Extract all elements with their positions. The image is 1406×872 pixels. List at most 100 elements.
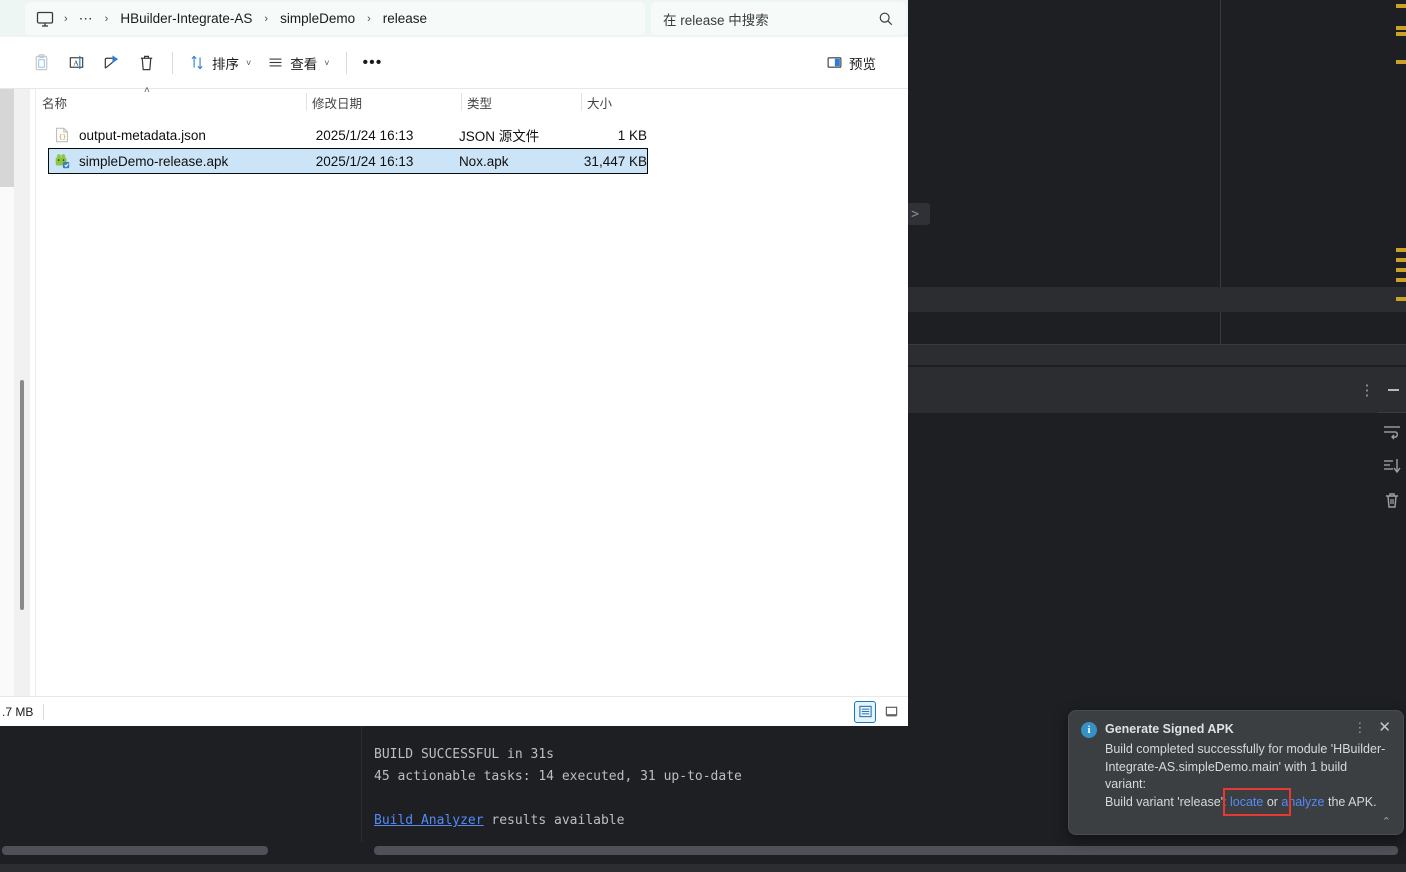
info-icon: i [1081,722,1097,738]
large-icons-view-icon [885,706,897,717]
delete-button[interactable] [129,46,164,80]
notification-body-line2-post: the APK. [1324,794,1377,809]
notification-balloon[interactable]: i Generate Signed APK ⋮ ✕ Build complete… [1068,710,1404,835]
file-type: JSON 源文件 [458,129,540,144]
minimap-marker-icon[interactable] [1396,4,1406,8]
breadcrumb-item-release[interactable]: release [376,7,434,30]
minimap-marker-icon[interactable] [1396,268,1406,272]
table-row[interactable]: simpleDemo-release.apk 2025/1/24 16:13 N… [48,148,648,174]
notification-options-kebab-icon[interactable]: ⋮ [1349,721,1370,735]
view-button[interactable]: 查看 ˅ [259,46,337,80]
search-input[interactable]: 在 release 中搜索 [651,2,906,35]
minimap-marker-icon[interactable] [1396,32,1406,36]
file-name: output-metadata.json [79,127,206,143]
column-header-row: 名称 修改日期 类型 大小 [36,89,908,115]
editor-highlight-band [900,287,1406,312]
breadcrumb[interactable]: › ⋯ › HBuilder-Integrate-AS › simpleDemo… [25,2,645,35]
notification-body-line1: Build completed successfully for module … [1105,742,1386,791]
sort-button[interactable]: 排序 ˅ [181,46,259,80]
column-header-size[interactable]: 大小 [581,89,676,115]
breadcrumb-separator: › [367,12,371,25]
details-view-icon [858,705,872,718]
details-view-button[interactable] [854,700,876,723]
soft-wrap-icon[interactable] [1382,422,1402,442]
minimap-marker-icon[interactable] [1396,60,1406,64]
file-date-modified: 2025/1/24 16:13 [315,153,414,169]
breadcrumb-separator: › [264,12,269,25]
console-output: BUILD SUCCESSFUL in 31s 45 actionable ta… [374,744,742,832]
table-row[interactable]: {} output-metadata.json 2025/1/24 16:13 … [48,122,648,148]
explorer-toolbar: A 排序 ˅ 查看 ˅ ••• 预览 [0,37,908,89]
large-icons-view-button[interactable] [880,701,902,723]
notification-body-line2-pre: Build variant 'release': [1105,794,1230,809]
scrollbar-thumb[interactable] [2,846,268,855]
paste-button[interactable] [24,46,59,80]
breadcrumb-item-hbuilder-integrate-as[interactable]: HBuilder-Integrate-AS [113,7,259,30]
chevron-down-icon: ˅ [324,57,330,68]
editor-lower-band [900,345,1406,365]
file-size: 31,447 KB [583,153,647,169]
pane-divider[interactable] [35,89,36,725]
tool-window-header: ⋮ [900,366,1406,414]
search-icon[interactable] [878,11,894,27]
console-line-build-successful: BUILD SUCCESSFUL in 31s [374,747,555,762]
file-size: 1 KB [617,127,647,143]
monitor-icon[interactable] [35,9,55,29]
breadcrumb-separator: › [64,12,68,25]
column-header-name[interactable]: 名称 [36,89,306,115]
notification-body-or: or [1263,794,1282,809]
view-list-icon [269,58,282,67]
file-name: simpleDemo-release.apk [79,153,229,169]
delete-icon [140,55,153,71]
file-date-modified: 2025/1/24 16:13 [315,127,414,143]
toolbar-divider [345,51,347,74]
notification-body: Build completed successfully for module … [1105,741,1391,811]
file-type: Nox.apk [458,153,509,169]
minimap-marker-icon[interactable] [1396,258,1406,262]
breadcrumb-item-simpledemo[interactable]: simpleDemo [273,7,362,30]
column-header-type[interactable]: 类型 [461,89,581,115]
chevron-down-icon: ˅ [246,57,252,68]
minimap-marker-icon[interactable] [1396,248,1406,252]
locate-link[interactable]: locate [1230,795,1263,809]
explorer-status-bar: .7 MB [0,696,908,726]
search-placeholder: 在 release 中搜索 [663,12,769,28]
analyze-link[interactable]: analyze [1281,795,1324,809]
notification-collapse-icon[interactable]: ⌃ [1382,815,1391,828]
scrollbar-thumb[interactable] [374,846,1398,855]
share-icon [104,55,119,69]
scroll-to-end-icon[interactable] [1382,456,1402,476]
minimap-marker-icon[interactable] [1396,297,1406,301]
preview-button-label: 预览 [849,56,876,72]
sort-button-label: 排序 [212,56,239,72]
share-button[interactable] [94,46,129,80]
preview-pane-button[interactable]: 预览 [818,46,884,80]
status-size-text: .7 MB [2,704,34,719]
notification-header: i Generate Signed APK ⋮ ✕ [1081,720,1391,738]
build-analyzer-link[interactable]: Build Analyzer [374,813,484,828]
more-options-button[interactable]: ••• [355,46,391,80]
file-explorer-window[interactable]: › ⋯ › HBuilder-Integrate-AS › simpleDemo… [0,0,908,726]
breadcrumb-separator: › [104,12,109,25]
column-header-date-label: 修改日期 [312,96,363,111]
status-divider [43,703,45,720]
console-output-hscrollbar[interactable] [372,842,1406,860]
console-tree-hscrollbar[interactable] [0,842,362,860]
tool-window-minimize-icon[interactable] [1382,379,1404,401]
minimap-marker-icon[interactable] [1396,278,1406,282]
view-toggle-group [854,700,902,723]
file-list[interactable]: {} output-metadata.json 2025/1/24 16:13 … [48,122,648,174]
navigation-pane-selected-item[interactable] [0,89,14,187]
scrollbar-thumb[interactable] [20,380,24,610]
apk-file-icon [55,154,70,169]
console-tree-pane[interactable] [0,720,362,850]
rename-button[interactable]: A [59,46,94,80]
minimap-marker-icon[interactable] [1396,26,1406,30]
notification-close-icon[interactable]: ✕ [1378,720,1391,735]
tool-window-options-kebab-icon[interactable]: ⋮ [1356,379,1378,401]
breadcrumb-overflow-button[interactable]: ⋯ [73,8,100,29]
column-header-date-modified[interactable]: 修改日期 [306,89,461,115]
clear-all-trash-icon[interactable] [1382,490,1402,510]
more-options-icon: ••• [362,53,383,71]
console-gutter-toolbar [1378,414,1406,534]
